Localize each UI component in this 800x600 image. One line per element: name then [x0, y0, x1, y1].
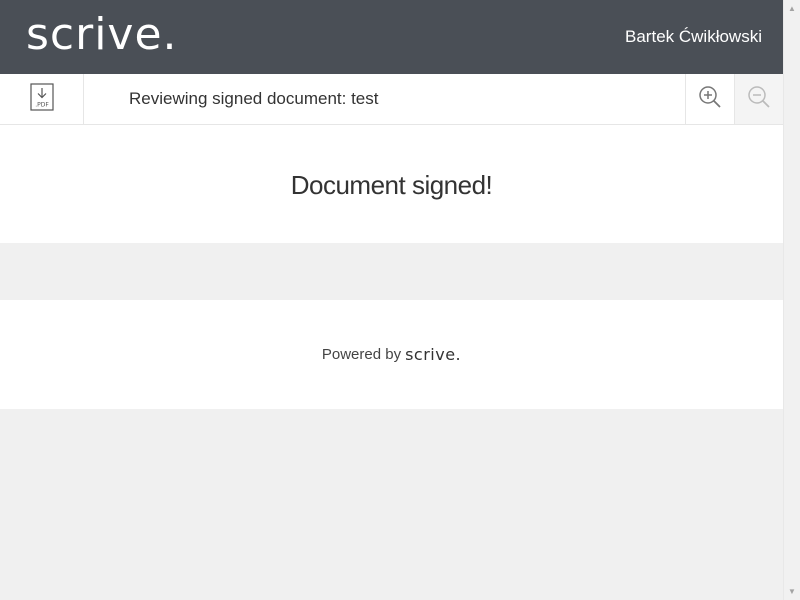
download-pdf-icon-label: .PDF: [35, 101, 49, 108]
powered-by: Powered by scrive.: [322, 345, 461, 364]
user-name[interactable]: Bartek Ćwikłowski: [625, 27, 762, 47]
signed-panel: Document signed!: [0, 125, 783, 243]
download-pdf-button[interactable]: .PDF: [0, 74, 84, 124]
top-bar: scrive. Bartek Ćwikłowski: [0, 0, 783, 74]
document-toolbar: .PDF Reviewing signed document: test: [0, 74, 783, 125]
zoom-in-icon: [698, 85, 722, 114]
scrive-logo[interactable]: scrive.: [26, 13, 178, 57]
footer-panel: Powered by scrive.: [0, 300, 783, 409]
powered-by-logo[interactable]: scrive.: [405, 345, 461, 364]
section-gap: [0, 243, 783, 300]
zoom-in-button[interactable]: [685, 74, 734, 124]
download-pdf-icon: .PDF: [29, 82, 54, 116]
signed-message: Document signed!: [290, 169, 493, 200]
scroll-up-arrow-icon[interactable]: ▲: [784, 0, 800, 17]
powered-by-text: Powered by: [321, 346, 402, 363]
zoom-out-button[interactable]: [734, 74, 783, 124]
scroll-down-arrow-icon[interactable]: ▼: [784, 583, 800, 600]
document-title: Reviewing signed document: test: [129, 89, 379, 108]
zoom-out-icon: [747, 85, 771, 114]
vertical-scrollbar[interactable]: ▲ ▼: [783, 0, 800, 600]
page: scrive. Bartek Ćwikłowski .PDF Reviewing…: [0, 0, 783, 600]
